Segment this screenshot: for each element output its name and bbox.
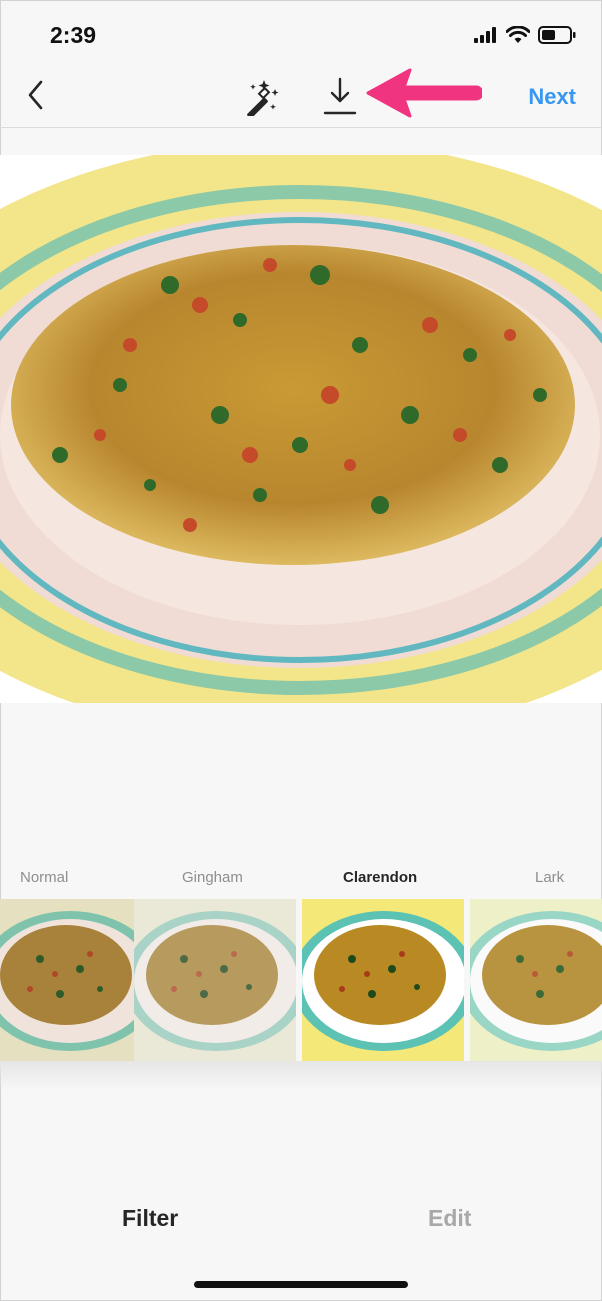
filter-label-clarendon: Clarendon — [343, 869, 418, 886]
tab-filter[interactable]: Filter — [122, 1205, 178, 1232]
battery-icon — [538, 26, 576, 44]
filter-thumb-lark[interactable] — [470, 899, 602, 1061]
pink-arrow-icon — [366, 68, 482, 118]
magic-wand-icon[interactable] — [242, 78, 280, 116]
home-indicator[interactable] — [194, 1281, 408, 1288]
tab-edit[interactable]: Edit — [428, 1205, 471, 1232]
next-button[interactable]: Next — [528, 84, 576, 110]
filter-thumb-clarendon[interactable] — [302, 899, 464, 1061]
photo-preview — [0, 155, 602, 703]
thumb-strip-shadow — [0, 1061, 602, 1091]
signal-icon — [474, 27, 496, 43]
filter-label-normal: Normal — [20, 869, 69, 886]
download-icon[interactable] — [322, 76, 358, 116]
wifi-icon — [506, 26, 530, 43]
filter-thumb-gingham[interactable] — [134, 899, 296, 1061]
back-chevron-icon[interactable] — [22, 78, 52, 112]
nav-divider — [0, 127, 602, 128]
filter-label-lark: Lark — [535, 869, 565, 886]
status-icons — [474, 26, 576, 44]
filter-label-gingham: Gingham — [182, 869, 243, 886]
status-time: 2:39 — [50, 22, 97, 48]
